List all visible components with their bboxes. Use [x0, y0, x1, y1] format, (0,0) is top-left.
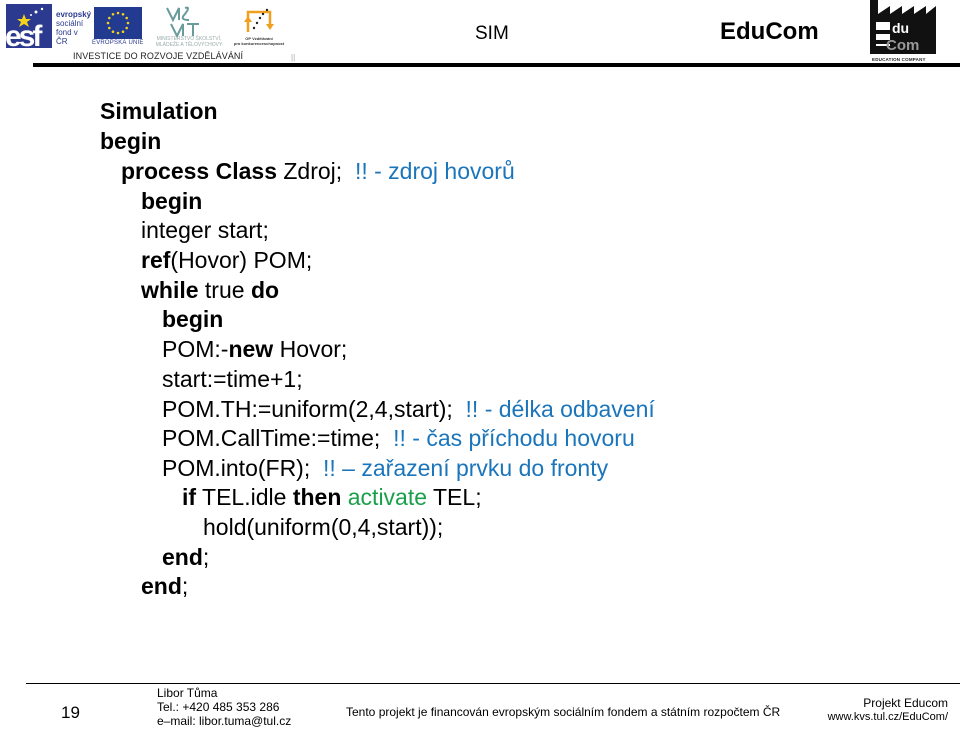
code-text: POM.into(FR);	[162, 455, 324, 481]
educom-logo: du Com	[868, 0, 938, 54]
eu-label: EVROPSKÁ UNIE	[92, 40, 144, 46]
code-keyword: ref	[141, 247, 171, 273]
op-logo-graphic	[244, 8, 274, 32]
code-line: end;	[162, 543, 209, 571]
code-line: start:=time+1;	[162, 365, 303, 393]
code-text: POM:-	[162, 336, 229, 362]
msmt-line-2: MLÁDEŽE A TĚLOVÝCHOVY	[155, 42, 223, 48]
project-name: Projekt Educom	[863, 696, 948, 710]
project-info: Projekt Educom www.kvs.tul.cz/EduCom/	[812, 696, 948, 724]
code-line: process Class Zdroj; !! - zdroj hovorů	[121, 157, 515, 185]
code-keyword: begin	[162, 306, 224, 332]
code-keyword: then	[292, 484, 342, 510]
code-text: start:=time+1;	[162, 366, 303, 392]
esf-subtext: evropský sociální fond v ČR	[56, 10, 91, 46]
code-line: if TEL.idle then activate TEL;	[182, 483, 482, 511]
code-comment: !! – zařazení prvku do fronty	[323, 455, 609, 481]
op-logo	[244, 8, 274, 34]
footer-divider	[26, 683, 960, 684]
code-text: true	[198, 277, 251, 303]
esf-logo: esf evropský sociální fond v ČR	[5, 4, 91, 53]
esf-line-2: sociální	[56, 19, 84, 28]
code-keyword: end	[162, 544, 203, 570]
brand-title: EduCom	[720, 18, 819, 45]
code-keyword: do	[250, 277, 280, 303]
code-text: TEL;	[427, 484, 482, 510]
op-line-2: pro konkurenceschopnost	[233, 41, 285, 46]
code-line: Simulation	[100, 97, 218, 125]
code-activate-keyword: activate	[347, 484, 428, 510]
code-text: TEL.idle	[196, 484, 293, 510]
code-keyword: new	[228, 336, 274, 362]
code-keyword: if	[182, 484, 197, 510]
author-email: e–mail: libor.tuma@tul.cz	[157, 714, 292, 728]
educom-factory-icon: du Com	[870, 0, 936, 54]
code-comment: !! - délka odbavení	[465, 396, 655, 422]
investice-tagline: INVESTICE DO ROZVOJE VZDĚLÁVÁNÍ	[73, 51, 244, 61]
code-comment: !! - zdroj hovorů	[354, 158, 515, 184]
msmt-label: MINISTERSTVO ŠKOLSTVÍ, MLÁDEŽE A TĚLOVÝC…	[146, 36, 232, 48]
code-line: ref(Hovor) POM;	[141, 246, 312, 274]
funding-note: Tento projekt je financován evropským so…	[346, 705, 781, 719]
eu-stars-icon	[106, 11, 130, 35]
code-line: end;	[141, 572, 188, 600]
project-url: www.kvs.tul.cz/EduCom/	[827, 711, 948, 723]
code-keyword: process Class	[121, 158, 277, 184]
code-line: begin	[100, 127, 161, 155]
educom-logo-du: du	[892, 20, 909, 36]
code-keyword: begin	[100, 128, 162, 154]
header-divider	[33, 63, 960, 67]
code-line: while true do	[141, 276, 279, 304]
code-keyword: begin	[141, 188, 203, 214]
code-text: POM.TH:=uniform(2,4,start);	[162, 396, 466, 422]
code-keyword: while	[141, 277, 199, 303]
code-line: POM.into(FR); !! – zařazení prvku do fro…	[162, 454, 608, 482]
author-phone: Tel.: +420 485 353 286	[157, 700, 280, 714]
page-number: 19	[61, 703, 80, 722]
author-info: Libor Tůma Tel.: +420 485 353 286 e–mail…	[157, 686, 291, 728]
code-text: ;	[181, 573, 189, 599]
op-label: OP Vzdělávání pro konkurenceschopnost	[228, 36, 290, 46]
code-line: hold(uniform(0,4,start));	[203, 513, 443, 541]
code-text: ;	[202, 544, 210, 570]
msmt-logo	[163, 4, 211, 40]
course-title: SIM	[475, 23, 509, 44]
code-line: POM.CallTime:=time; !! - čas příchodu ho…	[162, 424, 635, 452]
code-text: hold(uniform(0,4,start));	[203, 514, 444, 540]
code-text: Hovor;	[273, 336, 348, 362]
code-comment: !! - čas příchodu hovoru	[393, 425, 635, 451]
code-line: begin	[162, 305, 223, 333]
small-mark: ||	[291, 53, 296, 62]
svg-text:esf: esf	[6, 20, 43, 48]
slide-header: esf evropský sociální fond v ČR EVROPSKÁ…	[0, 0, 960, 70]
eu-flag-logo	[94, 7, 142, 39]
code-line: POM:-new Hovor;	[162, 335, 347, 363]
esf-line-1: evropský	[56, 10, 92, 19]
esf-line-3: fond v ČR	[56, 28, 78, 46]
code-keyword: end	[141, 573, 182, 599]
code-text: Zdroj;	[276, 158, 355, 184]
code-line: integer start;	[141, 216, 269, 244]
code-keyword: Simulation	[100, 98, 218, 124]
msmt-logo-graphic	[166, 6, 199, 39]
code-line: begin	[141, 187, 202, 215]
educom-logo-com: Com	[886, 37, 919, 54]
author-name: Libor Tůma	[157, 686, 218, 700]
code-text: integer start;	[141, 217, 269, 243]
code-text: POM.CallTime:=time;	[162, 425, 394, 451]
code-line: POM.TH:=uniform(2,4,start); !! - délka o…	[162, 395, 655, 423]
educom-caption: EDUCATION COMPANY	[872, 57, 926, 62]
code-text: (Hovor) POM;	[170, 247, 313, 273]
